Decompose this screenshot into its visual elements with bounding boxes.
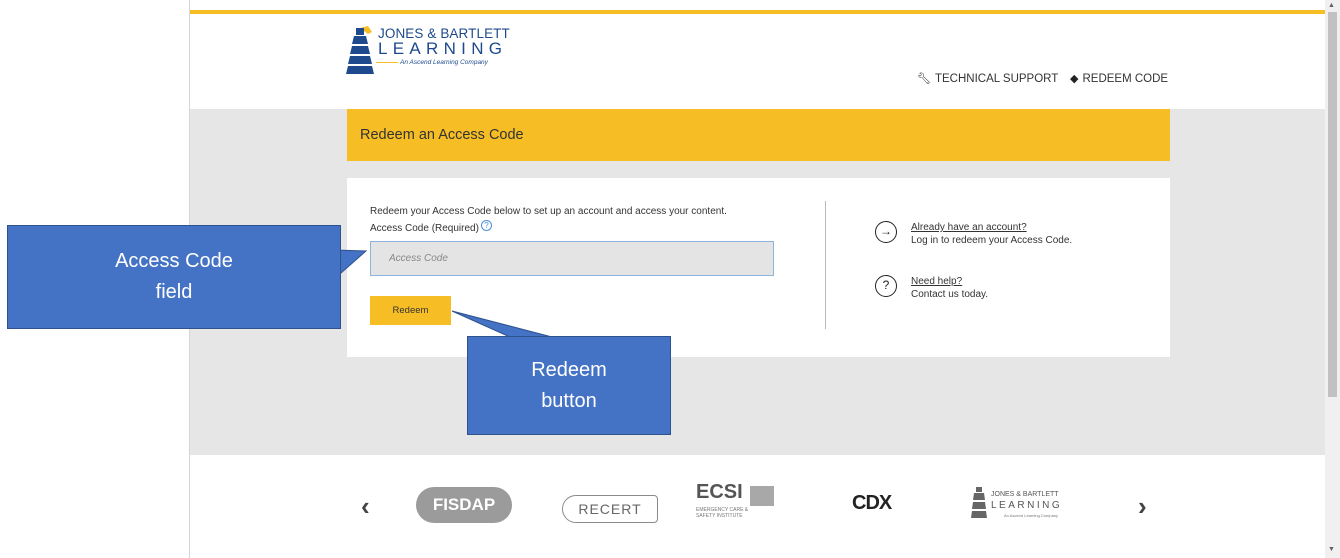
nav-redeem-code-label: REDEEM CODE [1082, 72, 1169, 85]
lighthouse-small-icon [971, 487, 987, 518]
brand-carousel: ‹ FISDAP RECERT ECSI EMERGENCY CARE & SA… [190, 455, 1326, 558]
redeem-button[interactable]: Redeem [370, 296, 451, 325]
jb-small-text-main: LEARNING [991, 500, 1063, 511]
screenshot: JONES & BARTLETT LEARNING An Ascend Lear… [0, 0, 1340, 558]
intro-text: Redeem your Access Code below to set up … [370, 206, 727, 217]
brand-ecsi[interactable]: ECSI EMERGENCY CARE & SAFETY INSTITUTE [696, 481, 786, 531]
logo-rule [376, 62, 398, 63]
access-code-input[interactable] [370, 241, 774, 276]
callout-access-code-field: Access Code field [7, 225, 341, 329]
ecsi-heartbeat-box [750, 486, 774, 506]
lighthouse-icon [346, 26, 374, 74]
brand-cdx[interactable]: CDX [852, 492, 892, 515]
nav-technical-support[interactable]: 🔧︎ TECHNICAL SUPPORT [917, 72, 1059, 86]
already-account-row: → Already have an account? Log in to red… [875, 221, 1072, 247]
callout-access-code-text: Access Code field [115, 250, 233, 303]
need-help-text: Need help? Contact us today. [911, 275, 988, 301]
page: JONES & BARTLETT LEARNING An Ascend Lear… [189, 0, 1326, 558]
chevron-right-icon[interactable]: › [1138, 491, 1147, 522]
arrow-right-circle-icon: → [875, 221, 897, 243]
already-account-text: Already have an account? Log in to redee… [911, 221, 1072, 247]
already-account-desc: Log in to redeem your Access Code. [911, 235, 1073, 246]
need-help-desc: Contact us today. [911, 289, 989, 300]
tag-icon: ◆ [1070, 73, 1079, 85]
jbl-logo[interactable]: JONES & BARTLETT LEARNING An Ascend Lear… [346, 24, 546, 94]
question-circle-icon: ? [875, 275, 897, 297]
content-band: Redeem an Access Code Redeem your Access… [190, 109, 1326, 455]
access-code-label: Access Code (Required)? [370, 220, 492, 234]
top-accent-bar [190, 10, 1326, 14]
brand-jones-bartlett[interactable]: JONES & BARTLETT LEARNING An Ascend Lear… [969, 485, 1069, 529]
nav-technical-support-label: TECHNICAL SUPPORT [934, 72, 1059, 85]
need-help-row: ? Need help? Contact us today. [875, 275, 988, 301]
callout-redeem-button: Redeem button [467, 336, 671, 435]
nav-redeem-code[interactable]: ◆ REDEEM CODE [1070, 72, 1169, 86]
brand-fisdap[interactable]: FISDAP [416, 487, 512, 523]
page-title: Redeem an Access Code [360, 127, 524, 143]
logo-text-main: LEARNING [378, 39, 508, 58]
already-account-link[interactable]: Already have an account? [911, 221, 1072, 234]
help-icon[interactable]: ? [480, 220, 492, 231]
brand-recert[interactable]: RECERT [562, 495, 658, 523]
chevron-left-icon[interactable]: ‹ [361, 491, 370, 522]
ecsi-subtitle: EMERGENCY CARE & SAFETY INSTITUTE [696, 507, 749, 519]
logo-tagline: An Ascend Learning Company [400, 59, 488, 66]
scroll-up-arrow-icon[interactable]: ▲ [1328, 2, 1335, 9]
access-code-label-text: Access Code (Required) [370, 223, 479, 234]
scrollbar-thumb[interactable] [1328, 12, 1337, 397]
scroll-down-arrow-icon[interactable]: ▼ [1328, 546, 1335, 553]
title-bar: Redeem an Access Code [347, 109, 1170, 161]
ecsi-wordmark: ECSI [696, 481, 743, 503]
callout-redeem-text: Redeem button [531, 358, 607, 412]
need-help-link[interactable]: Need help? [911, 275, 988, 288]
vertical-scrollbar[interactable]: ▲ ▼ [1325, 0, 1340, 558]
vertical-divider [825, 201, 826, 329]
redeem-card: Redeem your Access Code below to set up … [347, 178, 1170, 357]
wrench-icon: 🔧︎ [917, 73, 931, 85]
jb-small-text-top: JONES & BARTLETT [991, 491, 1059, 498]
jb-small-tagline: An Ascend Learning Company [1004, 513, 1059, 518]
